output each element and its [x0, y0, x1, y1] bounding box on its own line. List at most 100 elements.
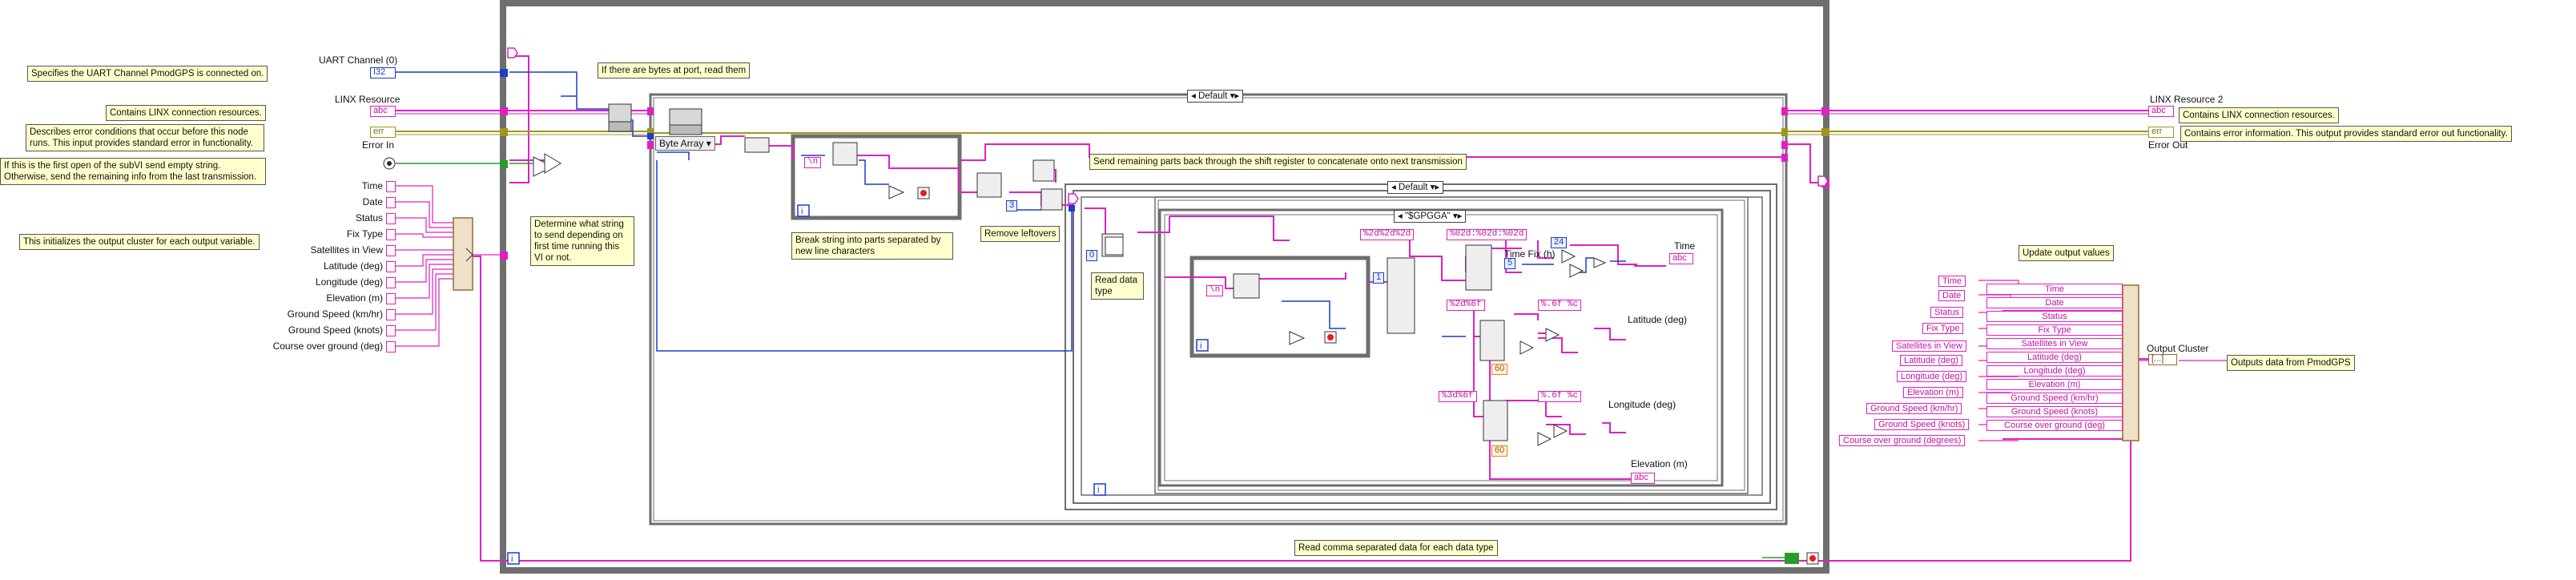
- bundle-field: Longitude (deg): [1986, 365, 2123, 377]
- note-first-open: If this is the first open of the subVI s…: [0, 158, 266, 185]
- init-field-box[interactable]: [386, 261, 396, 272]
- init-field-label: Course over ground (deg): [272, 340, 383, 352]
- note-uart-channel: Specifies the UART Channel PmodGPS is co…: [27, 66, 268, 82]
- sixty-constant-b[interactable]: 60: [1491, 445, 1508, 457]
- note-init-cluster: This initializes the output cluster for …: [19, 234, 260, 250]
- linx-resource-2-label: LINX Resource 2: [2150, 94, 2224, 105]
- init-field-box[interactable]: [386, 229, 396, 240]
- note-read-comma: Read comma separated data for each data …: [1294, 540, 1498, 556]
- gpgga-case-selector[interactable]: ◂ "$GPGGA" ▾▸: [1394, 210, 1467, 223]
- format-lon-out-constant[interactable]: %.6f %c: [1538, 391, 1582, 402]
- split-string-loop[interactable]: [791, 134, 962, 220]
- output-cluster-indicator: [...]: [2148, 354, 2177, 365]
- num-0-constant[interactable]: 0: [1086, 250, 1098, 261]
- bundle-field: Elevation (m): [1986, 379, 2123, 390]
- linx-resource-control[interactable]: abc: [370, 106, 396, 117]
- time-label: Time: [1674, 240, 1696, 252]
- format-lat-out-constant[interactable]: %.6f %c: [1538, 300, 1582, 311]
- num-3-constant[interactable]: 3: [1006, 200, 1018, 211]
- error-in-control[interactable]: err: [370, 127, 396, 138]
- note-remove-leftovers: Remove leftovers: [980, 226, 1061, 242]
- note-linx-out: Contains LINX connection resources.: [2179, 107, 2339, 123]
- bundle-field: Ground Speed (km/hr): [1986, 393, 2123, 404]
- byte-array-ring[interactable]: Byte Array ▾: [655, 136, 715, 151]
- bundle-input[interactable]: Time: [1938, 276, 1966, 287]
- note-outputs-pmod: Outputs data from PmodGPS: [2227, 355, 2355, 371]
- num-1-constant[interactable]: 1: [1373, 272, 1385, 284]
- error-in-label: Error In: [362, 139, 395, 151]
- bundle-by-name-node[interactable]: [2122, 284, 2139, 441]
- bundle-field: Satellites in View: [1986, 338, 2123, 349]
- outer-loop-i: i: [511, 554, 513, 564]
- newline-constant[interactable]: \n: [804, 157, 822, 168]
- init-field-box[interactable]: [386, 245, 396, 256]
- format-time-constant[interactable]: %2d%2d%2d: [1360, 229, 1415, 240]
- bundle-input[interactable]: Satellites in View: [1892, 340, 1966, 352]
- bundle-input[interactable]: Ground Speed (km/hr): [1866, 403, 1962, 414]
- linx-resource-label: LINX Resource: [335, 94, 400, 105]
- gpgga-case-structure[interactable]: [1158, 208, 1724, 487]
- bundle-field: Fix Type: [1986, 324, 2123, 336]
- note-read-data-type: Read data type: [1091, 272, 1144, 300]
- format-time-out-constant[interactable]: %02d:%02d:%02d: [1447, 229, 1527, 240]
- note-bytes-at-port: If there are bytes at port, read them: [598, 62, 751, 79]
- bundle-input[interactable]: Fix Type: [1922, 323, 1964, 334]
- sixty-constant-a[interactable]: 60: [1491, 364, 1508, 375]
- bundle-field: Status: [1986, 311, 2123, 322]
- bundle-input[interactable]: Longitude (deg): [1897, 371, 1967, 382]
- newline-constant-inner[interactable]: \n: [1206, 285, 1224, 296]
- note-linx-in: Contains LINX connection resources.: [106, 105, 266, 121]
- time-indicator: abc: [1669, 253, 1693, 264]
- format-lat-constant[interactable]: %2d%6f: [1447, 300, 1485, 311]
- block-diagram: i i i i: [383, 0, 2227, 574]
- bundle-input[interactable]: Latitude (deg): [1900, 355, 1962, 366]
- init-field-box[interactable]: [386, 309, 396, 320]
- init-field-label: Time: [361, 180, 383, 191]
- note-error-in: Describes error conditions that occur be…: [26, 124, 264, 151]
- data-type-case-selector[interactable]: ◂ Default ▾▸: [1387, 181, 1444, 194]
- time-fix-label: Time Fix (h): [1504, 248, 1556, 260]
- format-lon-constant[interactable]: %3d%6f: [1439, 391, 1477, 402]
- error-out-indicator: err: [2148, 127, 2174, 138]
- field-split-loop[interactable]: [1189, 256, 1371, 358]
- bundle-field: Latitude (deg): [1986, 352, 2123, 363]
- note-determine-string: Determine what string to send depending …: [530, 216, 634, 266]
- output-cluster-label: Output Cluster: [2147, 343, 2209, 354]
- init-bundle-node[interactable]: [453, 217, 473, 291]
- note-break-string: Break string into parts separated by new…: [791, 232, 953, 260]
- init-field-label: Longitude (deg): [315, 276, 383, 288]
- init-field-label: Date: [362, 196, 383, 207]
- note-send-remaining: Send remaining parts back through the sh…: [1089, 154, 1467, 170]
- bundle-field: Ground Speed (knots): [1986, 406, 2123, 417]
- init-field-label: Ground Speed (km/hr): [287, 308, 383, 320]
- init-field-box[interactable]: [386, 181, 396, 192]
- linx-resource-2-indicator: abc: [2148, 106, 2174, 117]
- type-loop-i: i: [1097, 485, 1099, 495]
- note-update-output: Update output values: [2019, 245, 2114, 261]
- latitude-label: Latitude (deg): [1628, 314, 1688, 325]
- elevation-indicator: abc: [1631, 473, 1655, 484]
- init-field-box[interactable]: [386, 197, 396, 208]
- bundle-input[interactable]: Date: [1938, 290, 1966, 301]
- num-24-constant[interactable]: 24: [1551, 237, 1568, 248]
- init-field-box[interactable]: [386, 293, 396, 304]
- bundle-input[interactable]: Ground Speed (knots): [1874, 419, 1970, 430]
- init-field-label: Fix Type: [346, 228, 383, 240]
- bundle-input[interactable]: Status: [1930, 307, 1964, 318]
- init-field-label: Satellites in View: [310, 244, 384, 256]
- init-field-box[interactable]: [386, 213, 396, 224]
- init-field-label: Status: [355, 212, 383, 224]
- error-in-terminal[interactable]: [383, 157, 396, 170]
- outer-case-selector[interactable]: ◂ Default ▾▸: [1187, 90, 1244, 103]
- init-field-box[interactable]: [386, 277, 396, 288]
- bundle-input[interactable]: Elevation (m): [1903, 387, 1963, 398]
- bundle-input[interactable]: Course over ground (degrees): [1839, 435, 1966, 446]
- init-field-box[interactable]: [386, 341, 396, 352]
- bundle-field: Date: [1986, 297, 2123, 308]
- longitude-label: Longitude (deg): [1608, 399, 1676, 410]
- num-5-constant[interactable]: 5: [1504, 258, 1516, 269]
- init-field-box[interactable]: [386, 325, 396, 336]
- uart-channel-control[interactable]: I32: [370, 67, 396, 79]
- data-type-case-structure[interactable]: [1154, 196, 1749, 494]
- init-field-label: Ground Speed (knots): [288, 324, 383, 336]
